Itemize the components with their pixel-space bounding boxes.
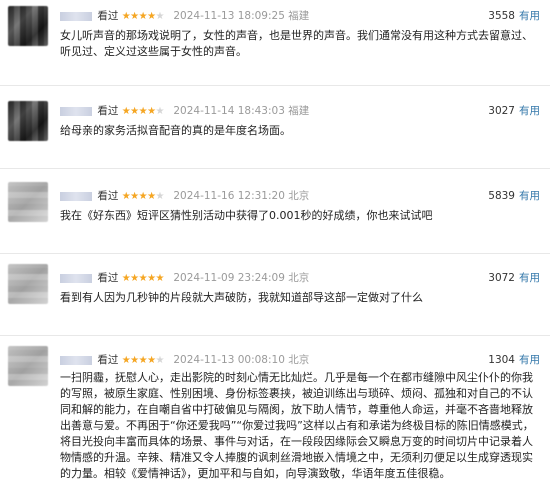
review-time: 2024-11-13 00:08:10 xyxy=(173,354,285,366)
username-redacted[interactable] xyxy=(60,106,92,116)
username-redacted[interactable] xyxy=(60,273,92,283)
review-meta: 看过 ★★★★★ 2024-11-14 18:43:03 福建 3027 有用 xyxy=(60,103,540,119)
review-meta: 看过 ★★★★★ 2024-11-09 23:24:09 北京 3072 有用 xyxy=(60,270,540,286)
watch-status: 看过 xyxy=(97,105,119,117)
star-rating: ★★★★★ xyxy=(121,11,165,22)
review-meta: 看过 ★★★★★ 2024-11-13 00:08:10 北京 1304 有用 xyxy=(60,352,540,368)
review-meta: 看过 ★★★★★ 2024-11-16 12:31:20 北京 5839 有用 xyxy=(60,188,540,204)
useful-button[interactable]: 有用 xyxy=(519,10,540,22)
divider xyxy=(0,335,550,336)
review-content: 一扫阴霾，抚慰人心，走出影院的时刻心情无比灿烂。几乎是每一个在都市缝隙中风尘仆仆… xyxy=(60,371,534,480)
watch-status: 看过 xyxy=(97,10,119,22)
username-redacted[interactable] xyxy=(60,191,92,201)
vote-area: 3072 有用 xyxy=(488,270,540,286)
review-time: 2024-11-16 12:31:20 xyxy=(173,190,285,202)
review-time: 2024-11-09 23:24:09 xyxy=(173,272,285,284)
review-location: 北京 xyxy=(288,272,310,284)
avatar[interactable] xyxy=(8,182,48,222)
review-time: 2024-11-13 18:09:25 xyxy=(173,10,285,22)
review-content: 女儿听声音的那场戏说明了，女性的声音，也是世界的声音。我们通常没有用这种方式去留… xyxy=(60,29,533,58)
divider xyxy=(0,168,550,169)
review-item: 看过 ★★★★★ 2024-11-16 12:31:20 北京 5839 有用 我… xyxy=(0,180,550,250)
review-location: 北京 xyxy=(288,354,310,366)
vote-count: 3027 xyxy=(488,105,515,117)
avatar[interactable] xyxy=(8,6,48,46)
vote-area: 3027 有用 xyxy=(488,103,540,119)
username-redacted[interactable] xyxy=(60,11,92,21)
review-item: 看过 ★★★★★ 2024-11-13 00:08:10 北京 1304 有用 一… xyxy=(0,344,550,488)
vote-count: 5839 xyxy=(488,190,515,202)
vote-count: 3558 xyxy=(488,10,515,22)
avatar[interactable] xyxy=(8,264,48,304)
avatar[interactable] xyxy=(8,346,48,386)
review-item: 看过 ★★★★★ 2024-11-14 18:43:03 福建 3027 有用 给… xyxy=(0,95,550,165)
useful-button[interactable]: 有用 xyxy=(519,272,540,284)
vote-area: 1304 有用 xyxy=(488,352,540,368)
star-rating: ★★★★★ xyxy=(121,191,165,202)
divider xyxy=(0,85,550,86)
star-rating: ★★★★★ xyxy=(121,355,165,366)
vote-count: 3072 xyxy=(488,272,515,284)
avatar[interactable] xyxy=(8,101,48,141)
divider xyxy=(0,253,550,254)
username-redacted[interactable] xyxy=(60,355,92,365)
watch-status: 看过 xyxy=(97,272,119,284)
star-rating: ★★★★★ xyxy=(121,106,165,117)
review-content: 给母亲的家务活拟音配音的真的是年度名场面。 xyxy=(60,124,291,137)
review-location: 福建 xyxy=(288,105,310,117)
vote-area: 5839 有用 xyxy=(488,188,540,204)
vote-count: 1304 xyxy=(488,354,515,366)
useful-button[interactable]: 有用 xyxy=(519,190,540,202)
review-content: 看到有人因为几秒钟的片段就大声破防，我就知道部导这部一定做对了什么 xyxy=(60,291,423,304)
review-item: 看过 ★★★★★ 2024-11-13 18:09:25 福建 3558 有用 女… xyxy=(0,0,550,84)
useful-button[interactable]: 有用 xyxy=(519,105,540,117)
review-time: 2024-11-14 18:43:03 xyxy=(173,105,285,117)
review-location: 北京 xyxy=(288,190,310,202)
watch-status: 看过 xyxy=(97,190,119,202)
review-meta: 看过 ★★★★★ 2024-11-13 18:09:25 福建 3558 有用 xyxy=(60,8,540,24)
star-rating: ★★★★★ xyxy=(121,273,165,284)
review-location: 福建 xyxy=(288,10,310,22)
review-content: 我在《好东西》短评区猜性别活动中获得了0.001秒的好成绩，你也来试试吧 xyxy=(60,209,433,222)
review-item: 看过 ★★★★★ 2024-11-09 23:24:09 北京 3072 有用 看… xyxy=(0,262,550,332)
watch-status: 看过 xyxy=(97,354,119,366)
vote-area: 3558 有用 xyxy=(488,8,540,24)
useful-button[interactable]: 有用 xyxy=(519,354,540,366)
